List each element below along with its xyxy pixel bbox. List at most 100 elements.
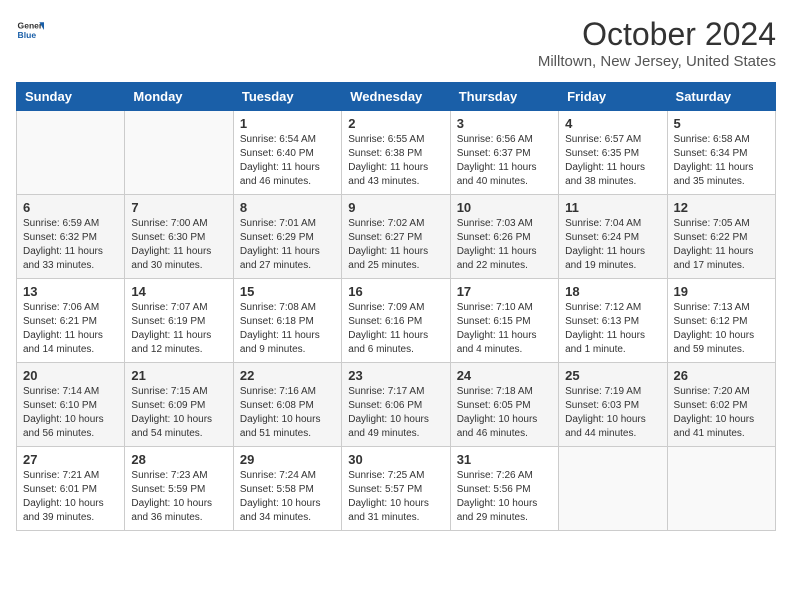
- calendar-cell: 31 Sunrise: 7:26 AM Sunset: 5:56 PM Dayli…: [450, 447, 558, 531]
- day-number: 31: [457, 452, 552, 467]
- day-detail: Sunrise: 6:57 AM Sunset: 6:35 PM Dayligh…: [565, 133, 660, 189]
- day-detail: Sunrise: 7:19 AM Sunset: 6:03 PM Dayligh…: [565, 385, 660, 441]
- subtitle: Milltown, New Jersey, United States: [538, 53, 776, 70]
- day-of-week-header: Sunday: [17, 83, 125, 111]
- day-detail: Sunrise: 7:01 AM Sunset: 6:29 PM Dayligh…: [240, 217, 335, 273]
- day-detail: Sunrise: 7:12 AM Sunset: 6:13 PM Dayligh…: [565, 301, 660, 357]
- day-of-week-header: Saturday: [667, 83, 775, 111]
- day-number: 29: [240, 452, 335, 467]
- day-detail: Sunrise: 7:09 AM Sunset: 6:16 PM Dayligh…: [348, 301, 443, 357]
- day-detail: Sunrise: 7:02 AM Sunset: 6:27 PM Dayligh…: [348, 217, 443, 273]
- calendar-cell: 13Sunrise: 7:06 AM Sunset: 6:21 PM Dayli…: [17, 279, 125, 363]
- day-detail: Sunrise: 6:54 AM Sunset: 6:40 PM Dayligh…: [240, 133, 335, 189]
- calendar-week-row: 1 Sunrise: 6:54 AM Sunset: 6:40 PM Daylig…: [17, 111, 776, 195]
- day-detail: Sunrise: 7:25 AM Sunset: 5:57 PM Dayligh…: [348, 469, 443, 525]
- day-detail: Sunrise: 7:03 AM Sunset: 6:26 PM Dayligh…: [457, 217, 552, 273]
- calendar-cell: 23 Sunrise: 7:17 AM Sunset: 6:06 PM Dayli…: [342, 363, 450, 447]
- day-number: 13: [23, 284, 118, 299]
- calendar-cell: [17, 111, 125, 195]
- calendar-cell: 18 Sunrise: 7:12 AM Sunset: 6:13 PM Dayli…: [559, 279, 667, 363]
- day-number: 9: [348, 200, 443, 215]
- page-header: General Blue October 2024 Milltown, New …: [16, 16, 776, 70]
- day-number: 5: [674, 116, 769, 131]
- day-of-week-header: Wednesday: [342, 83, 450, 111]
- day-number: 10: [457, 200, 552, 215]
- day-number: 15: [240, 284, 335, 299]
- calendar-cell: 5Sunrise: 6:58 AM Sunset: 6:34 PM Daylig…: [667, 111, 775, 195]
- day-of-week-header: Thursday: [450, 83, 558, 111]
- day-number: 6: [23, 200, 118, 215]
- calendar-cell: 4 Sunrise: 6:57 AM Sunset: 6:35 PM Daylig…: [559, 111, 667, 195]
- calendar-week-row: 13Sunrise: 7:06 AM Sunset: 6:21 PM Dayli…: [17, 279, 776, 363]
- day-number: 7: [131, 200, 226, 215]
- day-detail: Sunrise: 7:10 AM Sunset: 6:15 PM Dayligh…: [457, 301, 552, 357]
- calendar-table: SundayMondayTuesdayWednesdayThursdayFrid…: [16, 82, 776, 531]
- title-block: October 2024 Milltown, New Jersey, Unite…: [538, 16, 776, 70]
- calendar-cell: 10 Sunrise: 7:03 AM Sunset: 6:26 PM Dayli…: [450, 195, 558, 279]
- day-number: 4: [565, 116, 660, 131]
- calendar-cell: 28 Sunrise: 7:23 AM Sunset: 5:59 PM Dayli…: [125, 447, 233, 531]
- day-detail: Sunrise: 7:24 AM Sunset: 5:58 PM Dayligh…: [240, 469, 335, 525]
- day-number: 14: [131, 284, 226, 299]
- calendar-cell: 11 Sunrise: 7:04 AM Sunset: 6:24 PM Dayli…: [559, 195, 667, 279]
- day-number: 8: [240, 200, 335, 215]
- day-detail: Sunrise: 6:56 AM Sunset: 6:37 PM Dayligh…: [457, 133, 552, 189]
- calendar-cell: 22Sunrise: 7:16 AM Sunset: 6:08 PM Dayli…: [233, 363, 341, 447]
- day-number: 27: [23, 452, 118, 467]
- day-detail: Sunrise: 7:21 AM Sunset: 6:01 PM Dayligh…: [23, 469, 118, 525]
- day-number: 30: [348, 452, 443, 467]
- day-number: 24: [457, 368, 552, 383]
- calendar-cell: 15Sunrise: 7:08 AM Sunset: 6:18 PM Dayli…: [233, 279, 341, 363]
- day-detail: Sunrise: 7:26 AM Sunset: 5:56 PM Dayligh…: [457, 469, 552, 525]
- day-detail: Sunrise: 7:07 AM Sunset: 6:19 PM Dayligh…: [131, 301, 226, 357]
- day-number: 28: [131, 452, 226, 467]
- day-detail: Sunrise: 7:18 AM Sunset: 6:05 PM Dayligh…: [457, 385, 552, 441]
- logo-icon: General Blue: [16, 16, 44, 44]
- main-title: October 2024: [538, 16, 776, 53]
- calendar-cell: 16 Sunrise: 7:09 AM Sunset: 6:16 PM Dayli…: [342, 279, 450, 363]
- calendar-cell: 6 Sunrise: 6:59 AM Sunset: 6:32 PM Daylig…: [17, 195, 125, 279]
- calendar-cell: [667, 447, 775, 531]
- calendar-cell: 14 Sunrise: 7:07 AM Sunset: 6:19 PM Dayli…: [125, 279, 233, 363]
- day-of-week-header: Tuesday: [233, 83, 341, 111]
- day-detail: Sunrise: 7:23 AM Sunset: 5:59 PM Dayligh…: [131, 469, 226, 525]
- day-detail: Sunrise: 6:59 AM Sunset: 6:32 PM Dayligh…: [23, 217, 118, 273]
- day-number: 17: [457, 284, 552, 299]
- day-number: 2: [348, 116, 443, 131]
- calendar-cell: 1 Sunrise: 6:54 AM Sunset: 6:40 PM Daylig…: [233, 111, 341, 195]
- calendar-cell: 17 Sunrise: 7:10 AM Sunset: 6:15 PM Dayli…: [450, 279, 558, 363]
- day-number: 1: [240, 116, 335, 131]
- day-number: 12: [674, 200, 769, 215]
- day-number: 26: [674, 368, 769, 383]
- logo: General Blue: [16, 16, 44, 44]
- day-detail: Sunrise: 7:20 AM Sunset: 6:02 PM Dayligh…: [674, 385, 769, 441]
- day-number: 3: [457, 116, 552, 131]
- calendar-cell: 24 Sunrise: 7:18 AM Sunset: 6:05 PM Dayli…: [450, 363, 558, 447]
- calendar-cell: 8 Sunrise: 7:01 AM Sunset: 6:29 PM Daylig…: [233, 195, 341, 279]
- calendar-cell: 2 Sunrise: 6:55 AM Sunset: 6:38 PM Daylig…: [342, 111, 450, 195]
- calendar-header-row: SundayMondayTuesdayWednesdayThursdayFrid…: [17, 83, 776, 111]
- calendar-cell: 27 Sunrise: 7:21 AM Sunset: 6:01 PM Dayli…: [17, 447, 125, 531]
- day-detail: Sunrise: 7:04 AM Sunset: 6:24 PM Dayligh…: [565, 217, 660, 273]
- day-detail: Sunrise: 7:05 AM Sunset: 6:22 PM Dayligh…: [674, 217, 769, 273]
- day-number: 16: [348, 284, 443, 299]
- day-number: 18: [565, 284, 660, 299]
- day-detail: Sunrise: 7:17 AM Sunset: 6:06 PM Dayligh…: [348, 385, 443, 441]
- calendar-cell: [559, 447, 667, 531]
- calendar-week-row: 27 Sunrise: 7:21 AM Sunset: 6:01 PM Dayli…: [17, 447, 776, 531]
- calendar-cell: 19Sunrise: 7:13 AM Sunset: 6:12 PM Dayli…: [667, 279, 775, 363]
- day-number: 25: [565, 368, 660, 383]
- day-number: 11: [565, 200, 660, 215]
- day-detail: Sunrise: 7:00 AM Sunset: 6:30 PM Dayligh…: [131, 217, 226, 273]
- day-detail: Sunrise: 7:15 AM Sunset: 6:09 PM Dayligh…: [131, 385, 226, 441]
- day-detail: Sunrise: 6:55 AM Sunset: 6:38 PM Dayligh…: [348, 133, 443, 189]
- svg-text:Blue: Blue: [18, 30, 37, 40]
- calendar-cell: 9 Sunrise: 7:02 AM Sunset: 6:27 PM Daylig…: [342, 195, 450, 279]
- calendar-cell: 29 Sunrise: 7:24 AM Sunset: 5:58 PM Dayli…: [233, 447, 341, 531]
- day-of-week-header: Friday: [559, 83, 667, 111]
- day-number: 22: [240, 368, 335, 383]
- calendar-cell: 30 Sunrise: 7:25 AM Sunset: 5:57 PM Dayli…: [342, 447, 450, 531]
- day-number: 20: [23, 368, 118, 383]
- svg-text:General: General: [18, 20, 44, 30]
- day-number: 23: [348, 368, 443, 383]
